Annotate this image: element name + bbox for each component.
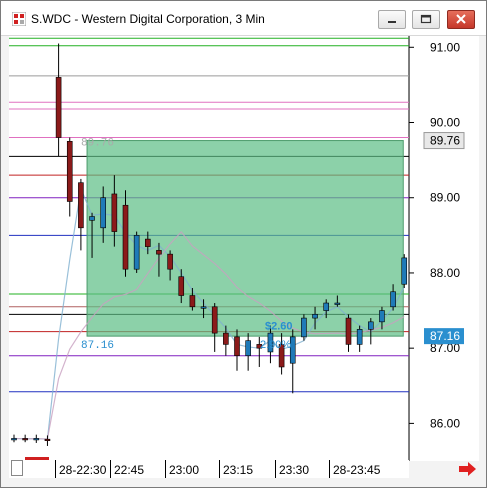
candle-body	[367, 321, 374, 330]
time-label: 23:30	[279, 463, 310, 477]
candle-body	[122, 204, 129, 270]
candle-body	[189, 295, 196, 308]
price-tick-label: 86.00	[430, 416, 460, 430]
grid-app-icon	[12, 12, 26, 26]
time-label: 23:15	[223, 463, 254, 477]
candle-body	[245, 340, 251, 356]
candle-body	[44, 438, 51, 441]
box-high-label: 89.76	[81, 138, 114, 150]
scroll-left-handle[interactable]	[11, 460, 23, 476]
candle-body	[401, 257, 408, 285]
change-percent-label: 2.90%	[260, 339, 291, 351]
candle-body	[66, 141, 73, 202]
minimize-button[interactable]	[378, 10, 406, 29]
candle-body	[100, 197, 106, 229]
candle-body	[234, 336, 240, 356]
close-icon	[456, 14, 466, 24]
time-tick	[219, 460, 220, 478]
candle-body	[200, 306, 207, 309]
close-button[interactable]	[447, 10, 475, 29]
price-axis-area	[410, 36, 479, 461]
time-tick	[329, 460, 330, 478]
time-tick	[275, 460, 276, 478]
chart-window: S.WDC - Western Digital Corporation, 3 M…	[0, 0, 487, 488]
candle-body	[33, 438, 40, 441]
price-tick-label: 90.00	[430, 116, 460, 130]
candle-body	[78, 182, 84, 229]
candle-body	[301, 317, 307, 338]
time-tick	[165, 460, 166, 478]
time-label: 28-23:45	[333, 463, 381, 477]
time-label: 23:00	[169, 463, 200, 477]
candle-body	[334, 302, 341, 305]
price-marker-label: 87.16	[430, 329, 460, 343]
next-arrow-icon[interactable]	[457, 460, 479, 478]
time-tick	[55, 460, 56, 478]
window-title: S.WDC - Western Digital Corporation, 3 M…	[31, 12, 265, 26]
price-tick-label: 88.00	[430, 266, 460, 280]
candle-body	[345, 317, 352, 345]
candle-body	[133, 235, 140, 270]
change-dollar-label: $2.60	[265, 320, 293, 332]
price-chart[interactable]: 91.0090.0089.0088.0087.0086.00 89.7687.1…	[9, 36, 479, 461]
candle-body	[55, 77, 62, 138]
candle-body	[145, 238, 151, 247]
candle-body	[89, 216, 95, 221]
price-tick-label: 89.00	[430, 191, 460, 205]
candle-body	[167, 253, 173, 270]
candle-body	[111, 193, 118, 232]
restore-button[interactable]	[412, 10, 440, 29]
price-marker-label: 89.76	[430, 134, 460, 148]
candle-body	[323, 302, 330, 311]
candle-body	[211, 306, 218, 334]
session-marker	[25, 457, 49, 460]
time-label: 22:45	[114, 463, 145, 477]
time-label: 28-22:30	[59, 463, 107, 477]
candle-body	[390, 291, 396, 308]
candle-body	[379, 310, 385, 323]
candle-body	[156, 250, 162, 255]
candle-body	[22, 438, 28, 441]
box-low-label: 87.16	[81, 340, 114, 352]
price-tick-label: 91.00	[430, 40, 460, 54]
candle-body	[223, 332, 229, 345]
title-bar[interactable]: S.WDC - Western Digital Corporation, 3 M…	[1, 1, 486, 36]
candle-body	[178, 276, 185, 296]
candle-body	[356, 329, 363, 345]
minimize-icon	[388, 21, 396, 23]
time-tick	[110, 460, 111, 478]
candle-body	[11, 438, 17, 441]
candle-body	[312, 314, 318, 319]
restore-icon	[420, 14, 432, 24]
